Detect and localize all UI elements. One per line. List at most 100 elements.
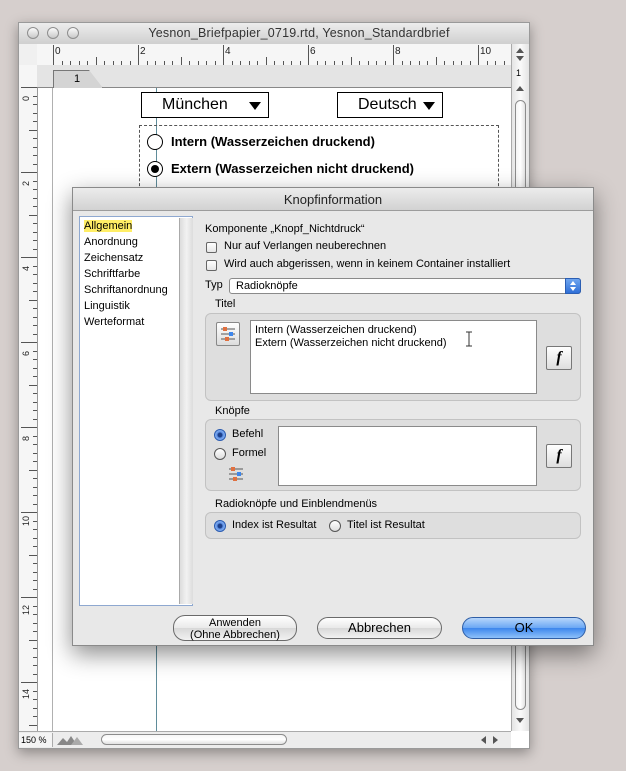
ruler-number: 8 — [21, 435, 31, 441]
ok-button[interactable]: OK — [462, 617, 586, 639]
ruler-tick — [138, 45, 139, 65]
category-list-scrollbar[interactable] — [179, 218, 193, 604]
radio-extern-label: Extern (Wasserzeichen nicht druckend) — [171, 161, 414, 176]
ruler-tick — [33, 571, 37, 573]
scroll-top-down-arrow-icon[interactable] — [516, 56, 524, 61]
title-section-heading: Titel — [215, 298, 236, 310]
ruler-tick — [223, 45, 224, 65]
ruler-tick — [33, 138, 37, 139]
scroll-top-arrow-icon[interactable] — [516, 48, 524, 53]
radio-formel-label: Formel — [232, 447, 267, 459]
component-label: Komponente „Knopf_Nichtdruck“ — [205, 223, 365, 235]
ruler-tick — [33, 308, 37, 309]
scroll-page-up-icon[interactable] — [516, 86, 524, 91]
buttons-formula-button[interactable]: f — [546, 444, 572, 468]
ruler-tick — [308, 45, 309, 65]
close-window-button[interactable] — [27, 27, 39, 39]
radio-intern-label: Intern (Wasserzeichen druckend) — [171, 134, 375, 149]
ruler-tick — [33, 631, 37, 632]
ruler-tick — [33, 452, 37, 454]
category-item-allgemein[interactable]: Allgemein — [84, 220, 133, 232]
cancel-button[interactable]: Abbrechen — [317, 617, 442, 639]
ruler-tick — [33, 95, 37, 97]
title-formula-button[interactable]: f — [546, 346, 572, 370]
command-textarea[interactable] — [278, 426, 537, 486]
ruler-tick — [33, 121, 37, 122]
recalc-checkbox[interactable] — [206, 242, 217, 253]
category-item-linguistik[interactable]: Linguistik — [84, 300, 130, 312]
minimize-window-button[interactable] — [47, 27, 59, 39]
list-settings-icon[interactable] — [226, 464, 246, 484]
recalc-checkbox-label: Nur auf Verlangen neuberechnen — [224, 240, 387, 252]
ruler-tick — [33, 486, 37, 488]
ruler-tick — [21, 172, 37, 173]
ruler-tick — [33, 435, 37, 437]
ruler-tick — [33, 716, 37, 717]
ruler-tick — [33, 401, 37, 403]
horizontal-scrollbar[interactable]: 150 % — [19, 731, 511, 748]
title-textarea[interactable]: Intern (Wasserzeichen druckend) Extern (… — [250, 320, 537, 394]
page-tab-1[interactable]: 1 — [53, 70, 103, 88]
city-popup[interactable]: München — [141, 92, 269, 118]
ruler-tick — [393, 45, 394, 65]
category-item-schriftanordnung[interactable]: Schriftanordnung — [84, 284, 168, 296]
title-line-2: Extern (Wasserzeichen nicht druckend) — [255, 337, 447, 349]
popup-arrow-icon — [249, 102, 261, 110]
radio-title-result[interactable] — [329, 520, 341, 532]
ruler-number: 6 — [310, 46, 316, 57]
horizontal-ruler[interactable]: 0 2 4 6 8 10 — [37, 44, 511, 66]
ruler-number: 8 — [395, 46, 401, 57]
ruler-tick — [33, 376, 37, 377]
apply-button[interactable]: Anwenden (Ohne Abbrechen) — [173, 615, 297, 641]
ruler-tick — [478, 45, 479, 65]
radio-intern[interactable] — [147, 134, 163, 150]
horizontal-scroll-thumb[interactable] — [101, 734, 287, 745]
radio-befehl[interactable] — [214, 429, 226, 441]
page-tab-label: 1 — [74, 73, 81, 85]
zoom-window-button[interactable] — [67, 27, 79, 39]
ruler-tick — [33, 622, 37, 624]
scroll-right-arrow-icon[interactable] — [493, 736, 498, 744]
dialog-titlebar[interactable]: Knopfinformation — [73, 188, 593, 211]
document-titlebar[interactable]: Yesnon_Briefpapier_0719.rtd, Yesnon_Stan… — [19, 23, 529, 45]
ruler-tick — [29, 129, 37, 131]
ruler-tick — [350, 57, 352, 65]
ruler-tick — [33, 180, 37, 182]
language-popup[interactable]: Deutsch — [337, 92, 443, 118]
vertical-ruler[interactable]: 0 2 4 6 8 10 12 14 — [19, 65, 38, 731]
ruler-tick — [21, 682, 37, 683]
category-item-schriftfarbe[interactable]: Schriftfarbe — [84, 268, 140, 280]
category-item-zeichensatz[interactable]: Zeichensatz — [84, 252, 143, 264]
ruler-tick — [33, 163, 37, 165]
zoom-field[interactable]: 150 % — [19, 733, 53, 747]
scroll-left-arrow-icon[interactable] — [481, 736, 486, 744]
ruler-tick — [29, 469, 37, 471]
radio-befehl-label: Befehl — [232, 428, 264, 440]
category-item-anordnung[interactable]: Anordnung — [84, 236, 138, 248]
category-item-werteformat[interactable]: Werteformat — [84, 316, 144, 328]
list-settings-icon[interactable] — [216, 322, 240, 346]
ruler-number: 4 — [225, 46, 231, 57]
ruler-number: 4 — [21, 265, 31, 271]
radio-formel[interactable] — [214, 448, 226, 460]
radio-extern[interactable] — [147, 161, 163, 177]
type-select[interactable]: Radioknöpfe — [229, 278, 581, 294]
category-list[interactable]: Allgemein Anordnung Zeichensatz Schriftf… — [79, 216, 193, 606]
ruler-tick — [21, 87, 37, 88]
page-tab-row: 1 — [37, 65, 511, 88]
ruler-tick — [29, 299, 37, 301]
ruler-tick — [33, 520, 37, 522]
ruler-tick — [33, 588, 37, 590]
ruler-tick — [33, 410, 37, 411]
ruler-number: 2 — [140, 46, 146, 57]
ruler-tick — [33, 112, 37, 114]
torn-off-checkbox[interactable] — [206, 260, 217, 271]
ruler-tick — [33, 367, 37, 369]
ruler-tick — [33, 461, 37, 462]
radio-index-result[interactable] — [214, 520, 226, 532]
zoom-mountain-icon[interactable] — [57, 734, 85, 745]
ruler-tick — [33, 316, 37, 318]
scroll-down-arrow-icon[interactable] — [516, 718, 524, 723]
ruler-tick — [33, 418, 37, 420]
ruler-number: 6 — [21, 350, 31, 356]
